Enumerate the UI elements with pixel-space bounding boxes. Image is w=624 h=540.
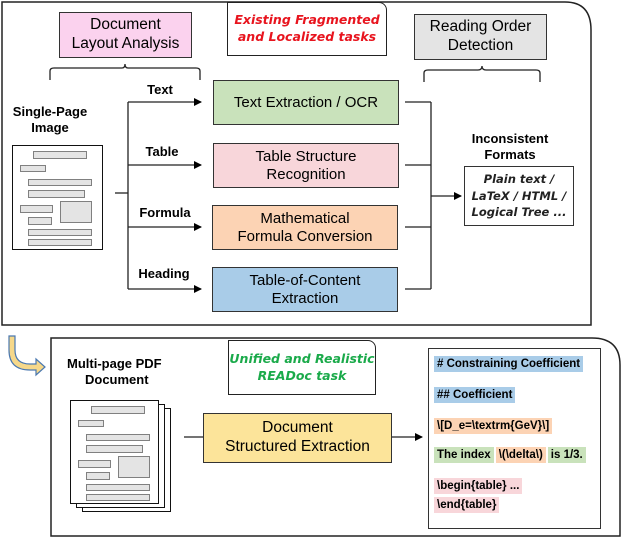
task-table-structure-label-1: Table Structure xyxy=(255,147,357,165)
output-formula: \[D_e=\textrm{GeV}\] xyxy=(434,418,553,434)
unified-output-box: # Constraining Coefficient ## Coefficien… xyxy=(428,348,601,529)
task-formula-label-2: Formula Conversion xyxy=(237,227,373,245)
inconsistent-formats-label-2: Formats xyxy=(484,146,536,162)
output-text-b: is 1/3. xyxy=(547,447,586,463)
task-box-text-extraction: Text Extraction / OCR xyxy=(213,80,399,125)
top-callout: Existing Fragmented and Localized tasks xyxy=(227,2,387,56)
layout-analysis-brace xyxy=(49,63,201,80)
structured-extraction-label-2: Structured Extraction xyxy=(225,438,370,455)
task-box-toc-extraction: Table-of-Content Extraction xyxy=(212,267,398,312)
output-heading-2: ## Coefficient xyxy=(434,387,516,403)
transition-arrow-icon xyxy=(8,335,46,377)
inconsistent-formats-label: Inconsistent Formats xyxy=(462,131,558,162)
formats-line-3: Logical Tree ... xyxy=(471,205,567,220)
multi-page-pdf-label: Multi-page PDF Document xyxy=(60,356,170,387)
output-table-begin: \begin{table} ... xyxy=(434,478,523,494)
reading-order-label-2: Detection xyxy=(447,37,514,54)
single-page-document-icon xyxy=(12,145,103,250)
single-page-label-2: Image xyxy=(31,119,69,135)
formats-box: Plain text / LaTeX / HTML / Logical Tree… xyxy=(464,166,574,226)
branch-label-table: Table xyxy=(145,144,179,159)
reading-order-brace xyxy=(423,65,541,82)
branch-label-formula: Formula xyxy=(139,205,191,220)
task-text-extraction-label: Text Extraction / OCR xyxy=(233,93,379,111)
task-box-formula-conversion: Mathematical Formula Conversion xyxy=(212,205,398,250)
output-table-end: \end{table} xyxy=(434,497,500,513)
output-text-a: The index xyxy=(434,447,494,463)
formats-line-1: Plain text / xyxy=(483,171,555,186)
layout-analysis-label-2: Layout Analysis xyxy=(71,35,180,52)
layout-analysis-label-1: Document xyxy=(90,16,161,34)
branch-label-heading: Heading xyxy=(138,266,190,281)
task-box-structured-extraction: Document Structured Extraction xyxy=(203,413,392,463)
task-toc-label-1: Table-of-Content xyxy=(249,271,361,289)
reading-order-label-1: Reading Order xyxy=(429,18,532,36)
output-inline-formula: \(\delta\) xyxy=(495,447,546,463)
multi-page-pdf-label-2: Document xyxy=(85,371,149,387)
task-box-table-structure: Table Structure Recognition xyxy=(213,143,399,188)
top-callout-line2: and Localized tasks xyxy=(237,29,377,44)
bottom-callout-line1: Unified and Realistic xyxy=(229,350,375,366)
reading-order-box: Reading Order Detection xyxy=(414,14,547,60)
task-table-structure-label-2: Recognition xyxy=(266,165,346,183)
task-formula-label-1: Mathematical xyxy=(260,209,350,227)
multi-page-pdf-label-1: Multi-page PDF xyxy=(67,356,162,371)
single-page-label: Single-Page Image xyxy=(10,104,90,135)
inconsistent-formats-label-1: Inconsistent xyxy=(471,131,549,146)
bottom-callout-line2: READoc task xyxy=(257,367,347,383)
output-heading-1: # Constraining Coefficient xyxy=(434,356,584,372)
bottom-callout: Unified and Realistic READoc task xyxy=(228,340,376,395)
single-page-label-1: Single-Page xyxy=(12,104,88,119)
structured-extraction-label-1: Document xyxy=(262,419,333,437)
formats-line-2: LaTeX / HTML / xyxy=(471,188,567,203)
layout-analysis-box: Document Layout Analysis xyxy=(59,12,192,58)
branch-label-text: Text xyxy=(147,82,173,97)
multi-page-document-icon xyxy=(70,400,180,515)
top-callout-line1: Existing Fragmented xyxy=(234,12,380,28)
task-toc-label-2: Extraction xyxy=(271,289,339,307)
